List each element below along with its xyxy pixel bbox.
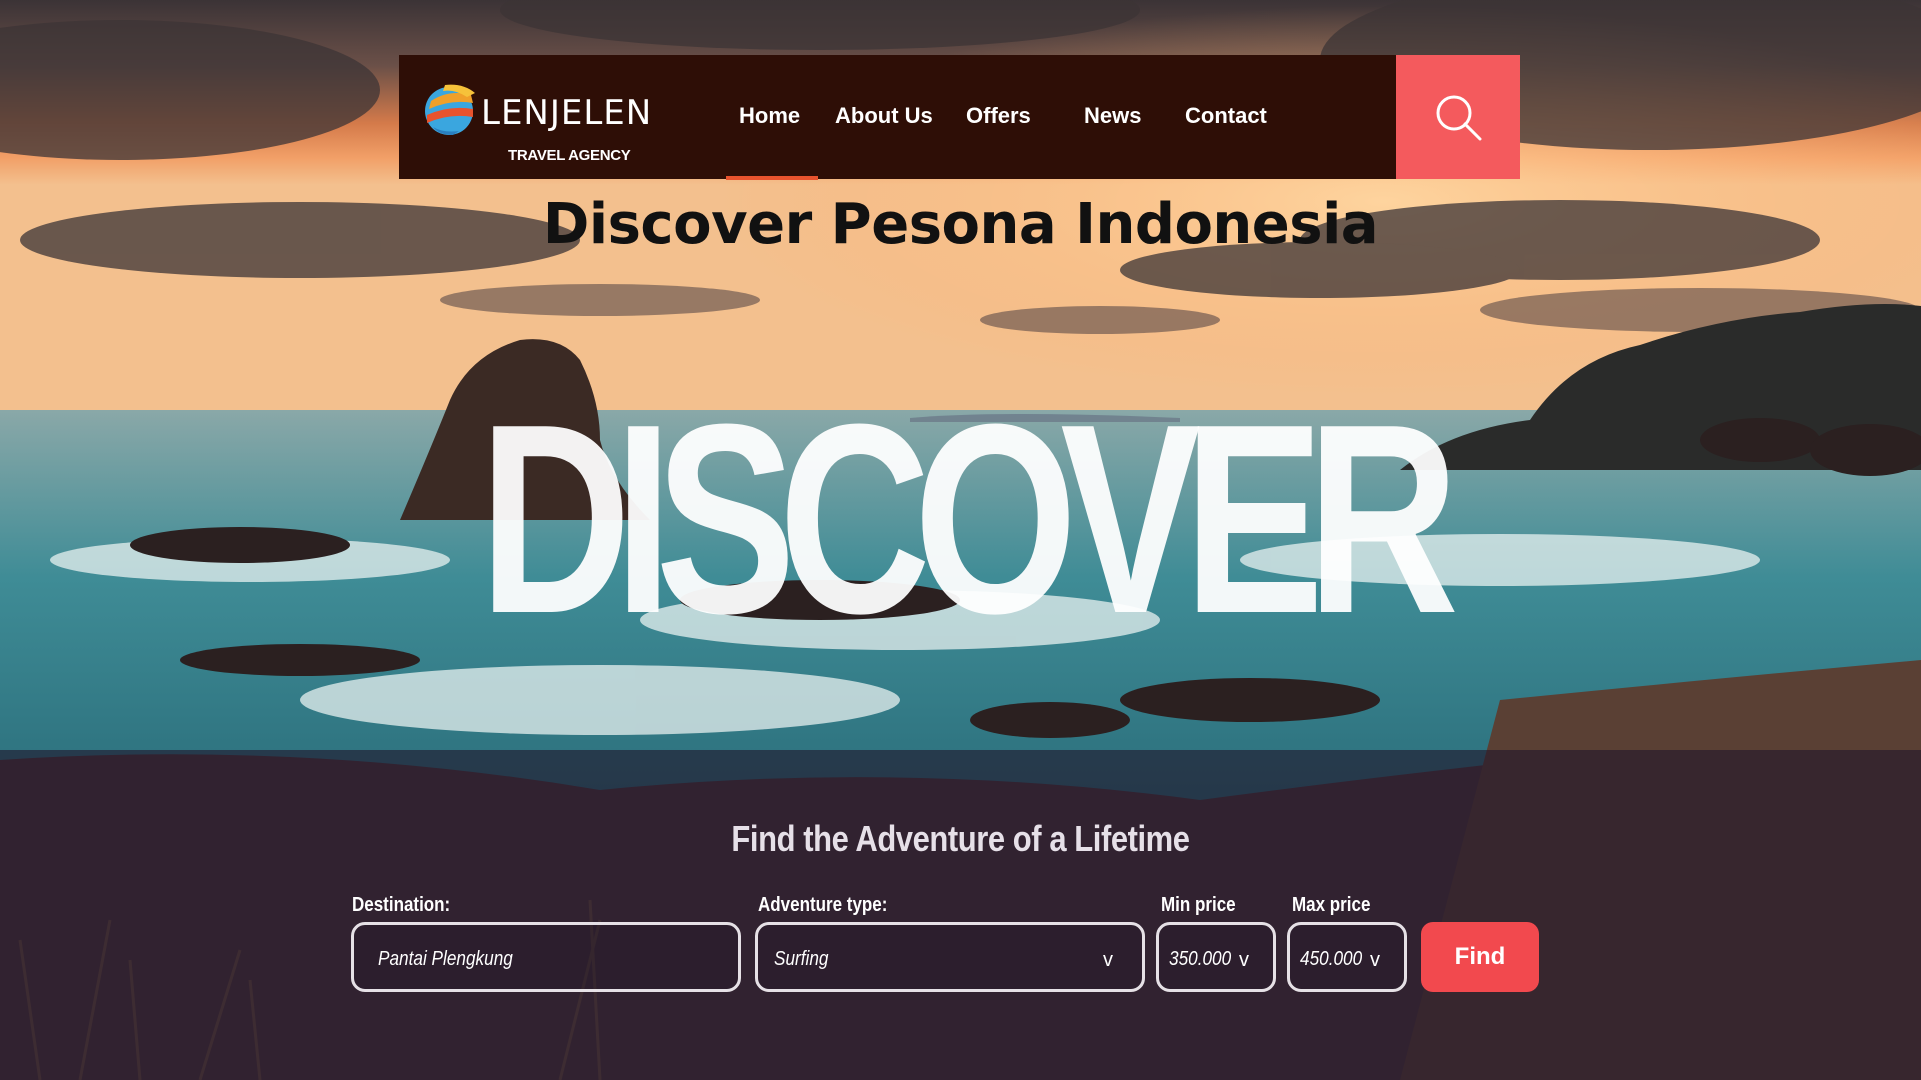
- nav-item-offers[interactable]: Offers: [966, 103, 1031, 129]
- nav-item-about-us[interactable]: About Us: [835, 103, 933, 129]
- page-title: Discover Pesona Indonesia: [542, 192, 1379, 257]
- nav-item-contact[interactable]: Contact: [1185, 103, 1267, 129]
- search-tagline: Find the Adventure of a Lifetime: [731, 818, 1190, 859]
- destination-input[interactable]: Pantai Plengkung: [351, 922, 741, 992]
- hero-big-word: DISCOVER: [479, 369, 1459, 670]
- destination-label: Destination:: [352, 894, 451, 916]
- nav-item-news[interactable]: News: [1084, 103, 1141, 129]
- brand-logo[interactable]: LENJELEN TRAVEL AGENCY: [419, 69, 679, 165]
- main-navigation-bar: LENJELEN TRAVEL AGENCY Home About Us Off…: [399, 55, 1397, 180]
- adventure-type-label: Adventure type:: [758, 894, 888, 916]
- search-panel: [0, 750, 1921, 1080]
- adventure-type-value: Surfing: [774, 948, 829, 970]
- min-price-value: 350.000: [1169, 948, 1232, 970]
- max-price-select[interactable]: 450.000 v: [1287, 922, 1407, 992]
- min-price-select[interactable]: 350.000 v: [1156, 922, 1276, 992]
- search-button[interactable]: [1396, 55, 1520, 179]
- brand-name: LENJELEN: [481, 93, 653, 133]
- max-price-value: 450.000: [1300, 948, 1363, 970]
- max-price-label: Max price: [1292, 894, 1371, 916]
- find-button[interactable]: Find: [1421, 922, 1539, 992]
- brand-subtitle: TRAVEL AGENCY: [508, 147, 631, 164]
- globe-icon: [425, 84, 475, 135]
- min-price-label: Min price: [1161, 894, 1236, 916]
- chevron-down-icon: v: [1239, 949, 1249, 971]
- destination-value: Pantai Plengkung: [378, 948, 513, 970]
- nav-item-home[interactable]: Home: [739, 103, 800, 129]
- adventure-type-select[interactable]: Surfing v: [755, 922, 1145, 992]
- chevron-down-icon: v: [1103, 949, 1113, 971]
- search-icon: [1436, 95, 1482, 141]
- active-nav-indicator: [726, 176, 818, 180]
- chevron-down-icon: v: [1370, 949, 1380, 971]
